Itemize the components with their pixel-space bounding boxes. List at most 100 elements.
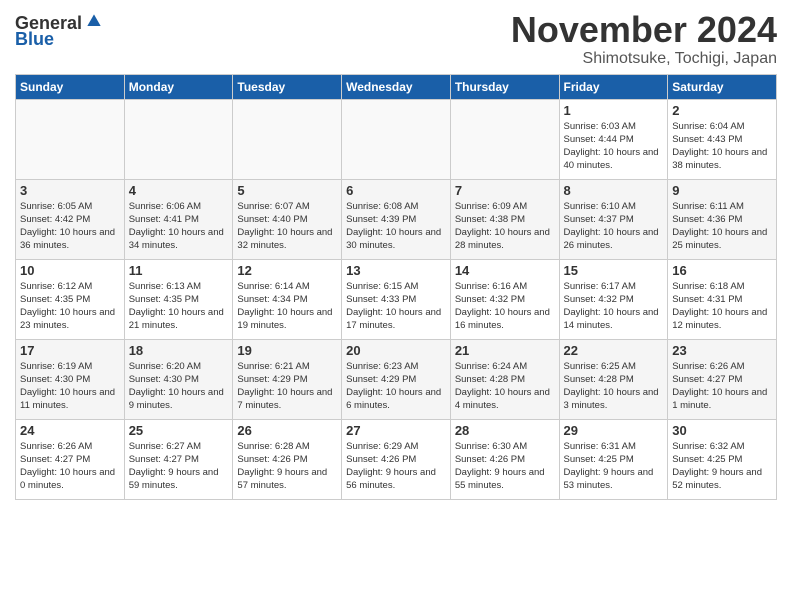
day-number: 26	[237, 423, 337, 438]
calendar-cell: 25Sunrise: 6:27 AM Sunset: 4:27 PM Dayli…	[124, 419, 233, 499]
calendar-cell	[16, 99, 125, 179]
calendar-cell: 2Sunrise: 6:04 AM Sunset: 4:43 PM Daylig…	[668, 99, 777, 179]
title-block: November 2024 Shimotsuke, Tochigi, Japan	[511, 10, 777, 68]
day-number: 6	[346, 183, 446, 198]
day-info: Sunrise: 6:13 AM Sunset: 4:35 PM Dayligh…	[129, 280, 229, 333]
day-info: Sunrise: 6:09 AM Sunset: 4:38 PM Dayligh…	[455, 200, 555, 253]
day-info: Sunrise: 6:29 AM Sunset: 4:26 PM Dayligh…	[346, 440, 446, 493]
day-info: Sunrise: 6:17 AM Sunset: 4:32 PM Dayligh…	[564, 280, 664, 333]
day-number: 17	[20, 343, 120, 358]
day-info: Sunrise: 6:10 AM Sunset: 4:37 PM Dayligh…	[564, 200, 664, 253]
day-info: Sunrise: 6:05 AM Sunset: 4:42 PM Dayligh…	[20, 200, 120, 253]
day-info: Sunrise: 6:27 AM Sunset: 4:27 PM Dayligh…	[129, 440, 229, 493]
calendar-header-tuesday: Tuesday	[233, 74, 342, 99]
day-info: Sunrise: 6:07 AM Sunset: 4:40 PM Dayligh…	[237, 200, 337, 253]
day-number: 12	[237, 263, 337, 278]
day-number: 29	[564, 423, 664, 438]
calendar-cell	[124, 99, 233, 179]
calendar-header-sunday: Sunday	[16, 74, 125, 99]
day-info: Sunrise: 6:30 AM Sunset: 4:26 PM Dayligh…	[455, 440, 555, 493]
day-number: 8	[564, 183, 664, 198]
logo-icon	[84, 11, 104, 31]
calendar-cell: 1 Sunrise: 6:03 AM Sunset: 4:44 PM Daylig…	[559, 99, 668, 179]
calendar-cell: 26 Sunrise: 6:28 AM Sunset: 4:26 PM Dayli…	[233, 419, 342, 499]
day-info: Sunrise: 6:28 AM Sunset: 4:26 PM Dayligh…	[237, 440, 337, 493]
calendar-header-saturday: Saturday	[668, 74, 777, 99]
day-info: Sunrise: 6:19 AM Sunset: 4:30 PM Dayligh…	[20, 360, 120, 413]
header-row: General Blue November 2024 Shimotsuke, T…	[15, 10, 777, 68]
day-info: Sunrise: 6:23 AM Sunset: 4:29 PM Dayligh…	[346, 360, 446, 413]
logo-blue: Blue	[15, 30, 104, 48]
day-info: Sunrise: 6:11 AM Sunset: 4:36 PM Dayligh…	[672, 200, 772, 253]
day-number: 14	[455, 263, 555, 278]
day-info: Sunrise: 6:26 AM Sunset: 4:27 PM Dayligh…	[672, 360, 772, 413]
day-info: Sunrise: 6:31 AM Sunset: 4:25 PM Dayligh…	[564, 440, 664, 493]
calendar-cell: 23 Sunrise: 6:26 AM Sunset: 4:27 PM Dayli…	[668, 339, 777, 419]
day-info: Sunrise: 6:04 AM Sunset: 4:43 PM Dayligh…	[672, 120, 772, 173]
day-info: Sunrise: 6:12 AM Sunset: 4:35 PM Dayligh…	[20, 280, 120, 333]
logo-text: General Blue	[15, 14, 104, 48]
calendar-cell: 30Sunrise: 6:32 AM Sunset: 4:25 PM Dayli…	[668, 419, 777, 499]
day-number: 27	[346, 423, 446, 438]
calendar-cell: 4 Sunrise: 6:06 AM Sunset: 4:41 PM Daylig…	[124, 179, 233, 259]
location: Shimotsuke, Tochigi, Japan	[511, 50, 777, 68]
day-info: Sunrise: 6:25 AM Sunset: 4:28 PM Dayligh…	[564, 360, 664, 413]
day-number: 5	[237, 183, 337, 198]
logo: General Blue	[15, 14, 104, 48]
calendar-cell: 27 Sunrise: 6:29 AM Sunset: 4:26 PM Dayli…	[342, 419, 451, 499]
day-number: 10	[20, 263, 120, 278]
calendar-cell: 28 Sunrise: 6:30 AM Sunset: 4:26 PM Dayli…	[450, 419, 559, 499]
calendar-cell: 21 Sunrise: 6:24 AM Sunset: 4:28 PM Dayli…	[450, 339, 559, 419]
calendar-header-friday: Friday	[559, 74, 668, 99]
calendar-week-row: 10 Sunrise: 6:12 AM Sunset: 4:35 PM Dayli…	[16, 259, 777, 339]
calendar-cell: 8 Sunrise: 6:10 AM Sunset: 4:37 PM Daylig…	[559, 179, 668, 259]
day-info: Sunrise: 6:15 AM Sunset: 4:33 PM Dayligh…	[346, 280, 446, 333]
day-number: 18	[129, 343, 229, 358]
day-info: Sunrise: 6:26 AM Sunset: 4:27 PM Dayligh…	[20, 440, 120, 493]
day-number: 7	[455, 183, 555, 198]
day-number: 20	[346, 343, 446, 358]
day-number: 4	[129, 183, 229, 198]
calendar-cell: 24Sunrise: 6:26 AM Sunset: 4:27 PM Dayli…	[16, 419, 125, 499]
calendar-cell: 22Sunrise: 6:25 AM Sunset: 4:28 PM Dayli…	[559, 339, 668, 419]
day-number: 21	[455, 343, 555, 358]
calendar-week-row: 24Sunrise: 6:26 AM Sunset: 4:27 PM Dayli…	[16, 419, 777, 499]
calendar-header-monday: Monday	[124, 74, 233, 99]
calendar-cell	[450, 99, 559, 179]
calendar-header-row: SundayMondayTuesdayWednesdayThursdayFrid…	[16, 74, 777, 99]
day-info: Sunrise: 6:24 AM Sunset: 4:28 PM Dayligh…	[455, 360, 555, 413]
day-info: Sunrise: 6:20 AM Sunset: 4:30 PM Dayligh…	[129, 360, 229, 413]
day-number: 13	[346, 263, 446, 278]
calendar-cell: 3Sunrise: 6:05 AM Sunset: 4:42 PM Daylig…	[16, 179, 125, 259]
day-info: Sunrise: 6:06 AM Sunset: 4:41 PM Dayligh…	[129, 200, 229, 253]
calendar-cell: 7 Sunrise: 6:09 AM Sunset: 4:38 PM Daylig…	[450, 179, 559, 259]
calendar-cell: 29 Sunrise: 6:31 AM Sunset: 4:25 PM Dayli…	[559, 419, 668, 499]
day-info: Sunrise: 6:18 AM Sunset: 4:31 PM Dayligh…	[672, 280, 772, 333]
day-info: Sunrise: 6:21 AM Sunset: 4:29 PM Dayligh…	[237, 360, 337, 413]
calendar-week-row: 3Sunrise: 6:05 AM Sunset: 4:42 PM Daylig…	[16, 179, 777, 259]
day-number: 9	[672, 183, 772, 198]
calendar-cell: 19Sunrise: 6:21 AM Sunset: 4:29 PM Dayli…	[233, 339, 342, 419]
calendar-cell: 18 Sunrise: 6:20 AM Sunset: 4:30 PM Dayli…	[124, 339, 233, 419]
day-number: 30	[672, 423, 772, 438]
calendar-week-row: 17 Sunrise: 6:19 AM Sunset: 4:30 PM Dayli…	[16, 339, 777, 419]
calendar-cell: 14 Sunrise: 6:16 AM Sunset: 4:32 PM Dayli…	[450, 259, 559, 339]
calendar-cell: 16 Sunrise: 6:18 AM Sunset: 4:31 PM Dayli…	[668, 259, 777, 339]
day-info: Sunrise: 6:03 AM Sunset: 4:44 PM Dayligh…	[564, 120, 664, 173]
main-container: General Blue November 2024 Shimotsuke, T…	[0, 0, 792, 505]
calendar-cell: 20 Sunrise: 6:23 AM Sunset: 4:29 PM Dayli…	[342, 339, 451, 419]
calendar-week-row: 1 Sunrise: 6:03 AM Sunset: 4:44 PM Daylig…	[16, 99, 777, 179]
calendar-table: SundayMondayTuesdayWednesdayThursdayFrid…	[15, 74, 777, 500]
day-info: Sunrise: 6:08 AM Sunset: 4:39 PM Dayligh…	[346, 200, 446, 253]
day-info: Sunrise: 6:16 AM Sunset: 4:32 PM Dayligh…	[455, 280, 555, 333]
day-info: Sunrise: 6:14 AM Sunset: 4:34 PM Dayligh…	[237, 280, 337, 333]
calendar-cell: 17 Sunrise: 6:19 AM Sunset: 4:30 PM Dayli…	[16, 339, 125, 419]
calendar-header-wednesday: Wednesday	[342, 74, 451, 99]
day-number: 28	[455, 423, 555, 438]
day-number: 1	[564, 103, 664, 118]
day-number: 16	[672, 263, 772, 278]
day-number: 23	[672, 343, 772, 358]
calendar-cell: 6 Sunrise: 6:08 AM Sunset: 4:39 PM Daylig…	[342, 179, 451, 259]
calendar-cell: 13 Sunrise: 6:15 AM Sunset: 4:33 PM Dayli…	[342, 259, 451, 339]
day-number: 11	[129, 263, 229, 278]
